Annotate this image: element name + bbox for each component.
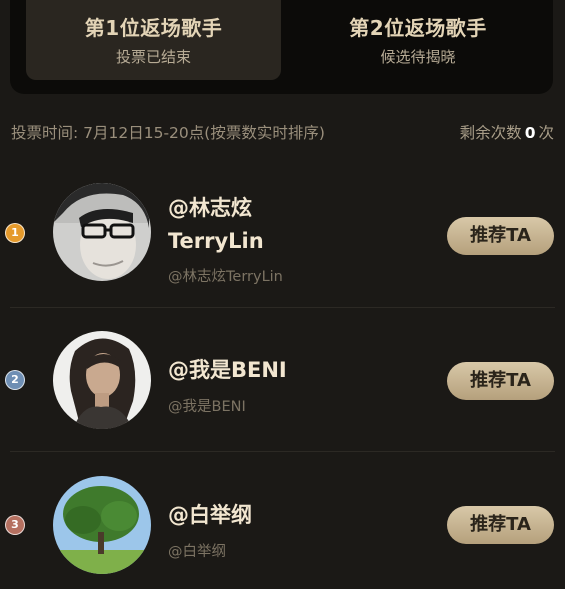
recommend-button[interactable]: 推荐TA bbox=[447, 362, 554, 400]
vote-info-row: 投票时间: 7月12日15-20点(按票数实时排序) 剩余次数 0 次 bbox=[11, 121, 554, 143]
rank-badge: 3 bbox=[5, 515, 25, 535]
rank-badge: 1 bbox=[5, 223, 25, 243]
remaining-votes-label: 剩余次数 bbox=[459, 124, 522, 142]
avatar-beni-image bbox=[53, 331, 151, 429]
remaining-votes: 剩余次数 0 次 bbox=[460, 121, 554, 143]
avatar-tree-image bbox=[53, 476, 151, 574]
recommend-button[interactable]: 推荐TA bbox=[447, 217, 554, 255]
recommend-button[interactable]: 推荐TA bbox=[447, 506, 554, 544]
vote-time-text: 投票时间: 7月12日15-20点(按票数实时排序) bbox=[11, 124, 325, 142]
singer-tab-bar: 第1位返场歌手 投票已结束 第2位返场歌手 候选待揭晓 bbox=[10, 0, 553, 94]
vote-page: 第1位返场歌手 投票已结束 第2位返场歌手 候选待揭晓 投票时间: 7月12日1… bbox=[0, 0, 565, 589]
rank-badge: 2 bbox=[5, 370, 25, 390]
candidate-name: @白举纲 bbox=[168, 503, 252, 527]
candidate-handle[interactable]: @我是BENI bbox=[168, 395, 246, 416]
candidate-name: @林志炫 bbox=[168, 196, 252, 220]
tab-second-singer-title: 第2位返场歌手 bbox=[349, 16, 487, 40]
divider bbox=[10, 451, 555, 452]
tab-first-singer[interactable]: 第1位返场歌手 投票已结束 bbox=[26, 0, 281, 80]
avatar-terrylin-image bbox=[53, 183, 151, 281]
divider bbox=[10, 307, 555, 308]
tab-first-singer-title: 第1位返场歌手 bbox=[84, 16, 223, 40]
candidate-name: @我是BENI bbox=[168, 358, 287, 382]
tab-second-singer-status: 候选待揭晓 bbox=[380, 48, 456, 66]
remaining-votes-unit: 次 bbox=[538, 124, 554, 142]
avatar[interactable] bbox=[53, 183, 151, 281]
avatar[interactable] bbox=[53, 476, 151, 574]
candidate-handle[interactable]: @白举纲 bbox=[168, 540, 226, 561]
candidate-handle[interactable]: @林志炫TerryLin bbox=[168, 265, 283, 286]
tab-first-singer-status: 投票已结束 bbox=[115, 48, 191, 66]
tab-second-singer[interactable]: 第2位返场歌手 候选待揭晓 bbox=[289, 0, 547, 80]
candidate-name-en: TerryLin bbox=[168, 229, 264, 253]
avatar[interactable] bbox=[53, 331, 151, 429]
remaining-votes-count: 0 bbox=[524, 124, 536, 142]
